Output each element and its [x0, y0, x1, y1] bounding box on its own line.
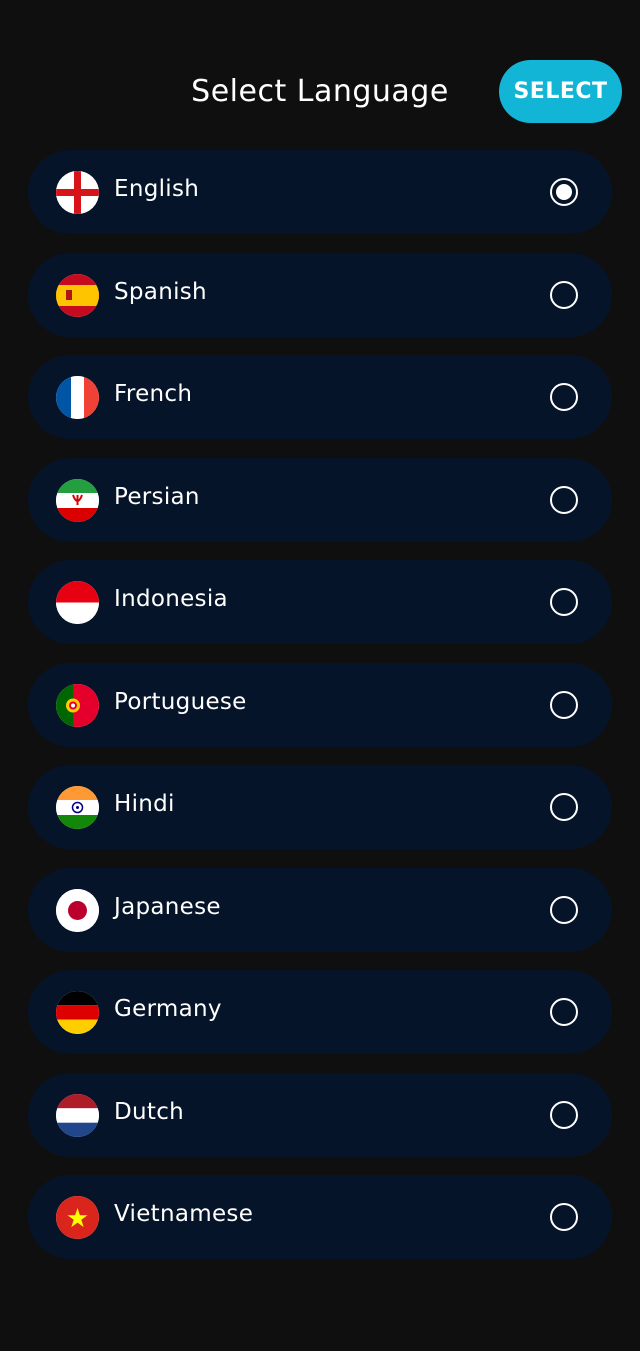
radio-button[interactable]	[550, 485, 578, 514]
radio-button[interactable]	[550, 588, 578, 616]
language-label: Vietnamese	[114, 1201, 254, 1227]
header: Select Language SELECT	[0, 60, 640, 124]
language-item-french[interactable]: French	[28, 355, 612, 439]
language-selection-screen: Select Language SELECT English Spanish F…	[0, 0, 640, 1351]
radio-button[interactable]	[550, 1100, 578, 1129]
language-item-persian[interactable]: Persian	[28, 457, 612, 542]
radio-button[interactable]	[550, 690, 578, 719]
india-flag-icon	[56, 786, 99, 829]
language-item-japanese[interactable]: Japanese	[28, 867, 612, 952]
england-flag-icon	[56, 171, 99, 214]
language-item-vietnamese[interactable]: Vietnamese	[28, 1175, 612, 1259]
radio-button[interactable]	[550, 178, 578, 206]
radio-button[interactable]	[550, 793, 578, 821]
vietnam-flag-icon	[56, 1196, 99, 1239]
language-label: Portuguese	[114, 688, 247, 715]
language-label: Dutch	[114, 1098, 185, 1125]
language-label: Spanish	[114, 278, 207, 305]
language-item-dutch[interactable]: Dutch	[28, 1072, 612, 1157]
radio-button[interactable]	[550, 895, 578, 924]
radio-button[interactable]	[550, 383, 578, 411]
language-label: Japanese	[114, 893, 221, 920]
language-label: Persian	[114, 483, 200, 510]
indonesia-flag-icon	[56, 581, 99, 624]
language-label: Indonesia	[114, 586, 228, 612]
language-item-english[interactable]: English	[28, 150, 612, 234]
radio-button[interactable]	[550, 1203, 578, 1231]
language-list: English Spanish French Persian Indonesia…	[28, 150, 612, 1278]
select-button[interactable]: SELECT	[499, 60, 622, 123]
netherlands-flag-icon	[56, 1093, 99, 1137]
language-label: French	[114, 381, 193, 407]
portugal-flag-icon	[56, 683, 99, 727]
spain-flag-icon	[56, 273, 99, 317]
iran-flag-icon	[56, 478, 99, 522]
japan-flag-icon	[56, 888, 99, 932]
language-label: Hindi	[114, 791, 175, 817]
language-item-hindi[interactable]: Hindi	[28, 765, 612, 849]
language-label: Germany	[114, 996, 222, 1022]
radio-button[interactable]	[550, 280, 578, 309]
radio-button[interactable]	[550, 998, 578, 1026]
language-item-portuguese[interactable]: Portuguese	[28, 662, 612, 747]
language-label: English	[114, 176, 200, 202]
language-item-germany[interactable]: Germany	[28, 970, 612, 1054]
france-flag-icon	[56, 376, 99, 419]
germany-flag-icon	[56, 991, 99, 1034]
language-item-indonesia[interactable]: Indonesia	[28, 560, 612, 644]
language-item-spanish[interactable]: Spanish	[28, 252, 612, 337]
